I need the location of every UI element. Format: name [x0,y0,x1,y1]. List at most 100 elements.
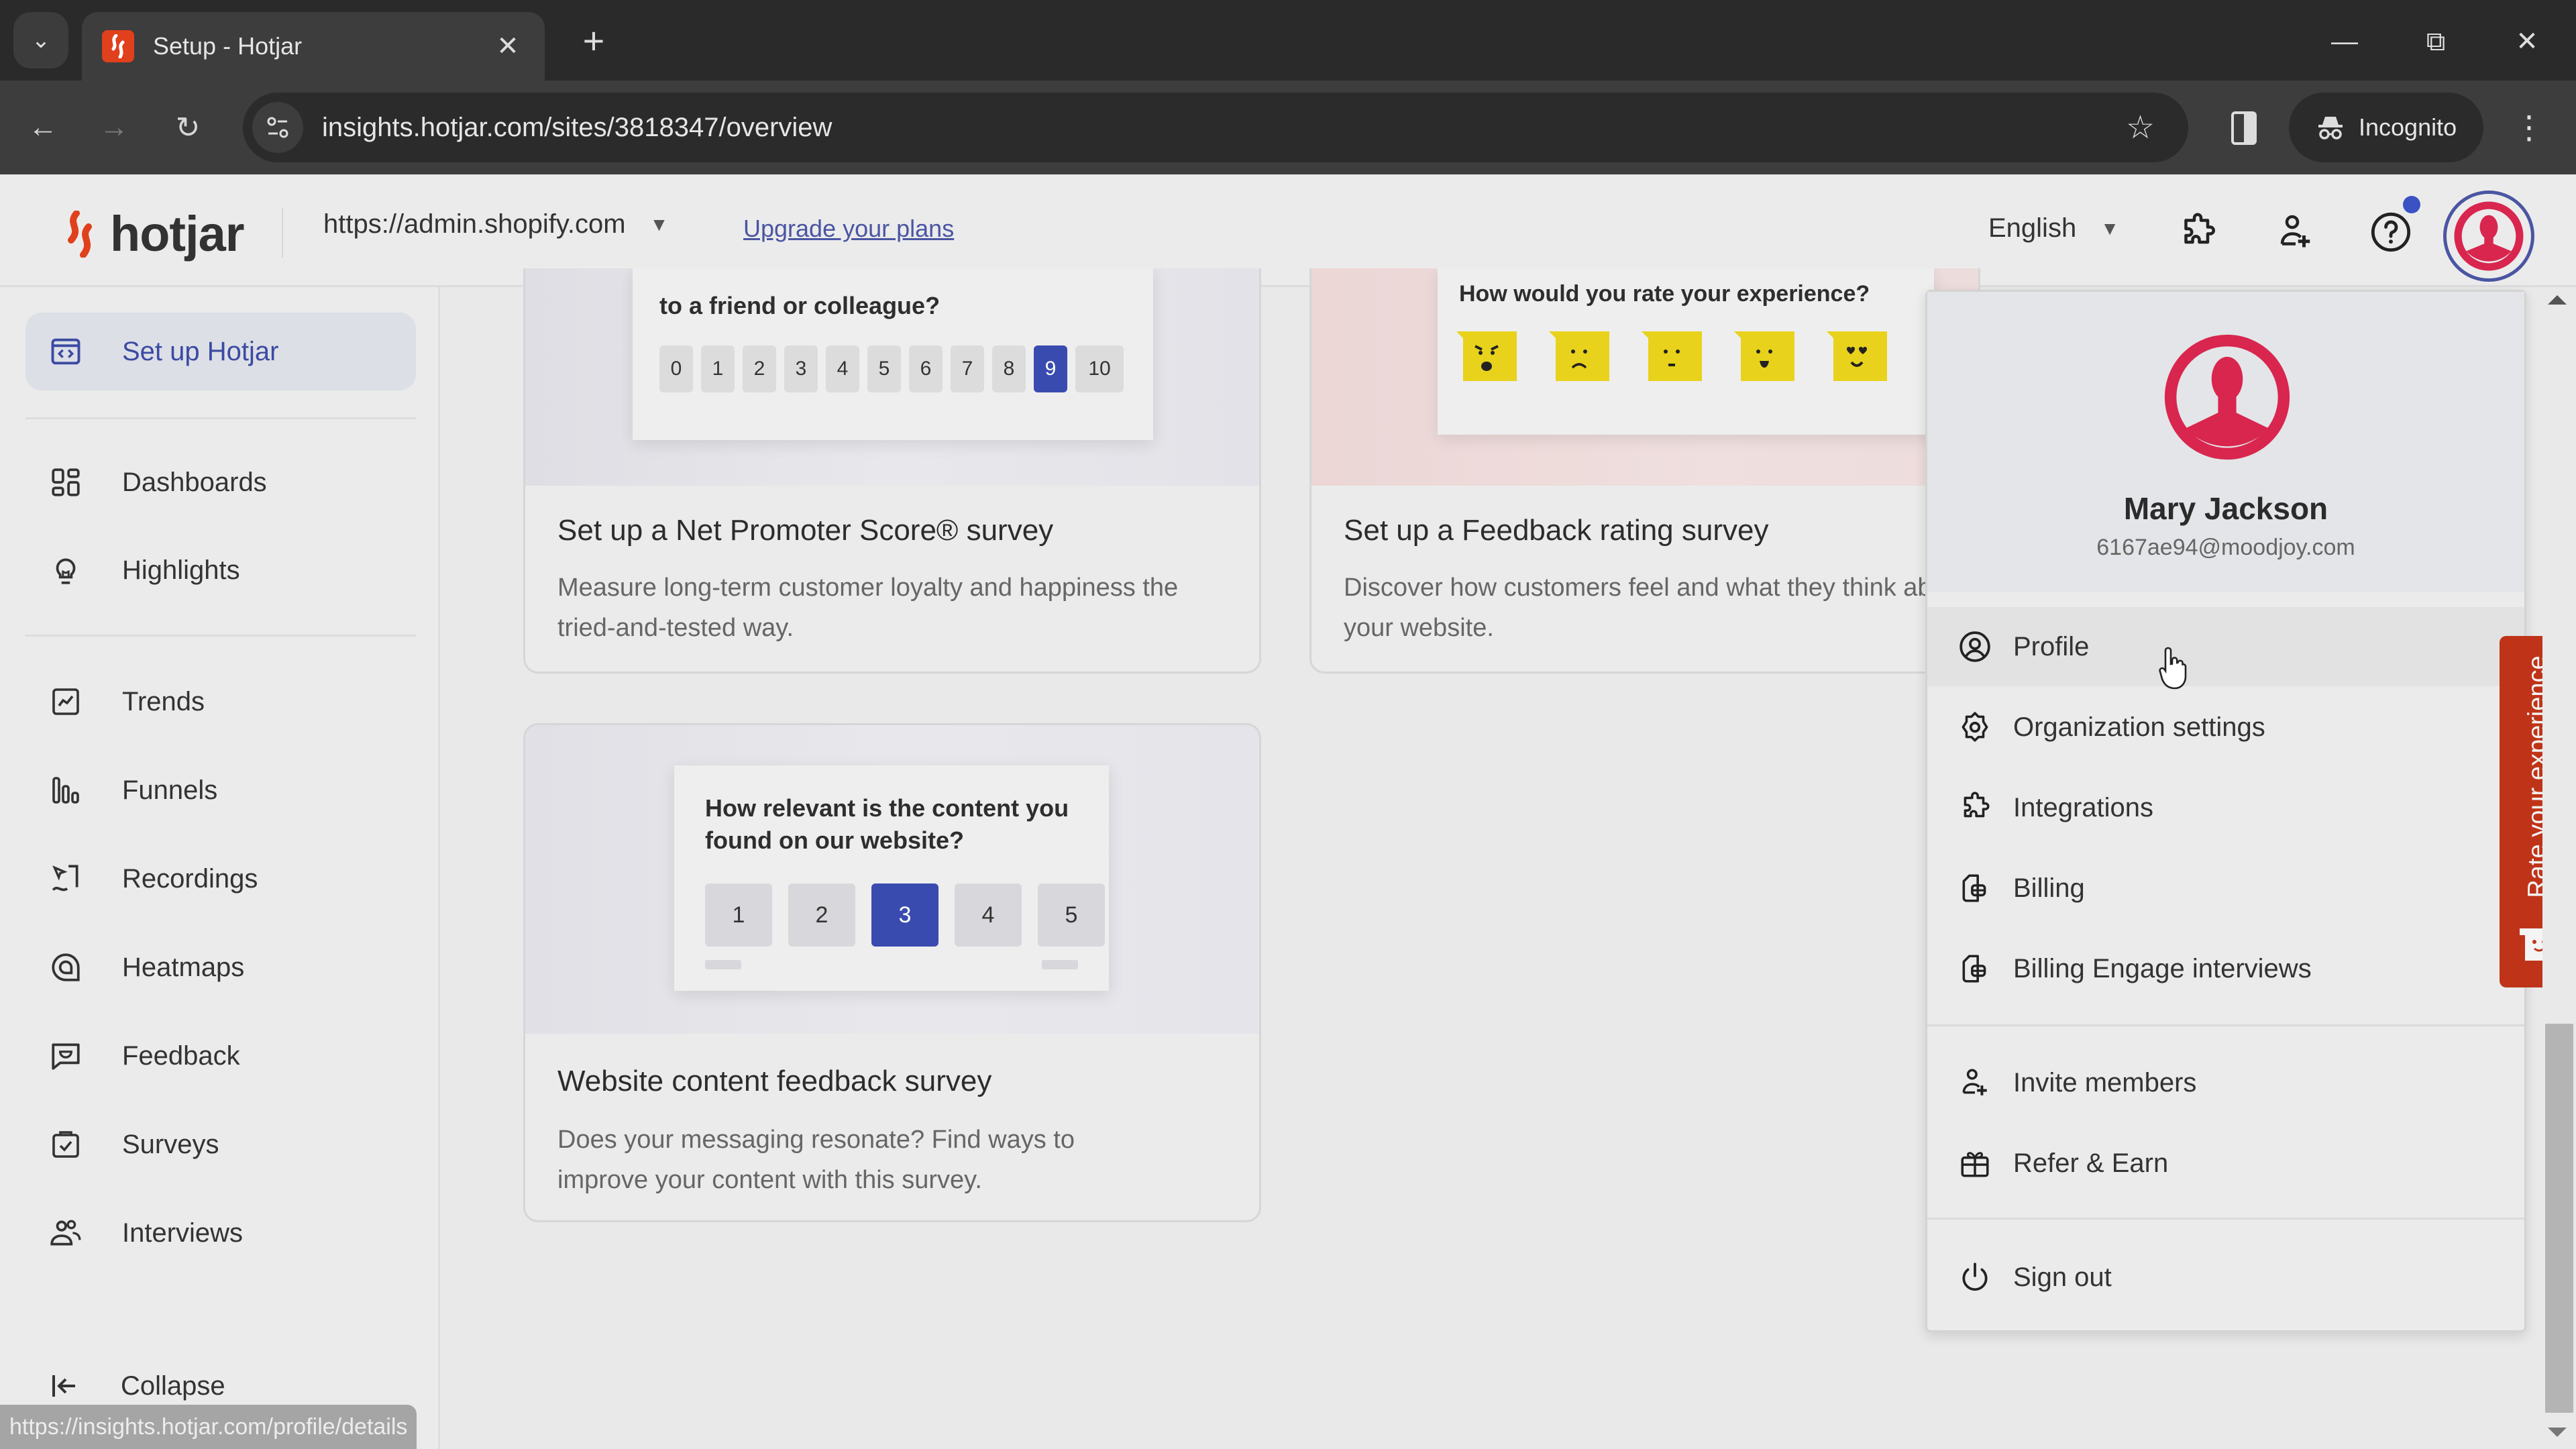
language-selector[interactable]: English ▼ [1988,213,2119,244]
menu-item-label: Sign out [2013,1262,2112,1292]
site-settings-icon[interactable] [252,102,303,153]
card-title: Set up a Feedback rating survey [1344,514,1769,547]
back-button[interactable]: ← [16,101,70,154]
status-bar-link-preview: https://insights.hotjar.com/profile/deta… [0,1405,417,1449]
menu-item-organization-settings[interactable]: Organization settings [1927,688,2524,767]
menu-item-sign-out[interactable]: Sign out [1927,1238,2524,1317]
nps-option-7: 7 [951,345,984,392]
add-user-icon [2280,215,2310,248]
lightbulb-icon [47,551,85,589]
puzzle-icon [2184,213,2215,244]
sidebar-item-funnels[interactable]: Funnels [25,751,416,829]
rating-question: How would you rate your experience? [1459,281,1870,307]
content-question: How relevant is the content you found on… [705,794,1069,854]
menu-item-label: Invite members [2013,1067,2197,1097]
sidebar-item-label: Feedback [122,1040,240,1071]
sidebar-item-feedback[interactable]: Feedback [25,1017,416,1095]
puzzle-icon [1957,790,1993,826]
reload-button[interactable]: ↻ [161,101,215,154]
caret-down-icon: ▼ [649,213,669,235]
menu-item-refer-earn[interactable]: Refer & Earn [1927,1124,2524,1203]
sidebar-item-surveys[interactable]: Surveys [25,1106,416,1183]
integrations-button[interactable] [2172,207,2223,258]
hand-cursor-icon [2159,647,2187,690]
app-header: hotjar https://admin.shopify.com ▼ Upgra… [0,174,2576,287]
scale-high-label [1042,960,1078,969]
emoji-love-icon [1827,331,1887,381]
sidebar-item-label: Funnels [122,775,218,805]
incognito-indicator[interactable]: Incognito [2289,93,2483,162]
code-window-icon [47,333,85,370]
upgrade-plans-link[interactable]: Upgrade your plans [743,215,954,243]
browser-menu-icon[interactable]: ⋮ [2509,101,2549,154]
new-tab-button[interactable]: + [570,19,617,66]
nps-option-6: 6 [909,345,943,392]
nps-question: to a friend or colleague? [659,292,941,319]
sidebar-item-dashboards[interactable]: Dashboards [25,443,416,521]
sidebar-item-heatmaps[interactable]: Heatmaps [25,928,416,1006]
nps-option-1: 1 [701,345,735,392]
sidebar-item-setup[interactable]: Set up Hotjar [25,313,416,390]
scroll-down-arrow[interactable] [2548,1428,2567,1437]
account-avatar-button[interactable] [2443,191,2534,282]
sidebar-item-label: Recordings [122,863,258,894]
menu-item-label: Billing [2013,873,2085,903]
relevance-option-1: 1 [705,883,772,947]
site-selector[interactable]: https://admin.shopify.com ▼ [323,209,668,239]
menu-item-label: Profile [2013,631,2090,661]
menu-item-profile[interactable]: Profile [1927,607,2524,686]
close-tab-icon[interactable]: ✕ [491,31,525,62]
scrollbar-thumb[interactable] [2545,1024,2573,1413]
bookmark-star-icon[interactable]: ☆ [2126,109,2155,146]
nps-scale: 0 1 2 3 4 5 6 7 8 9 10 [659,345,1124,392]
nps-survey-card[interactable]: to a friend or colleague? 0 1 2 3 4 5 6 7 8 9 10 S… [523,268,1261,674]
close-window-button[interactable]: ✕ [2490,15,2564,68]
sidebar-divider [25,635,416,637]
side-panel-icon[interactable] [2226,105,2262,152]
sidebar-item-recordings[interactable]: Recordings [25,840,416,918]
sidebar-item-trends[interactable]: Trends [25,663,416,741]
collapse-label: Collapse [121,1371,225,1401]
browser-tab-strip: ⌄ Setup - Hotjar ✕ + — ⧉ ✕ [0,0,2576,80]
sidebar-item-interviews[interactable]: Interviews [25,1194,416,1272]
invite-user-button[interactable] [2270,207,2321,258]
nps-option-0: 0 [659,345,693,392]
caret-down-icon: ▼ [2100,217,2119,239]
user-avatar-icon [2164,334,2290,460]
menu-item-invite-members[interactable]: Invite members [1927,1043,2524,1122]
notification-dot [2403,196,2420,213]
account-menu: Mary Jackson 6167ae94@moodjoy.com Profil… [1925,290,2526,1332]
header-divider [282,208,283,258]
dashboard-grid-icon [47,464,85,501]
forward-button[interactable]: → [87,101,141,154]
help-question-icon [2371,212,2411,252]
browser-tab-active[interactable]: Setup - Hotjar ✕ [82,12,545,80]
content-mock-widget: How relevant is the content you found on… [674,765,1109,991]
user-circle-icon [1957,629,1993,665]
menu-item-billing-engage[interactable]: Billing Engage interviews [1927,929,2524,1008]
chevron-down-icon: ⌄ [31,28,51,53]
url-text[interactable]: insights.hotjar.com/sites/3818347/overvi… [322,113,2126,143]
minimize-button[interactable]: — [2308,15,2381,68]
restore-button[interactable]: ⧉ [2399,15,2473,68]
menu-item-label: Billing Engage interviews [2013,953,2312,983]
sidebar-divider [25,417,416,419]
emoji-happy-icon [1734,331,1794,381]
sidebar-item-highlights[interactable]: Highlights [25,531,416,609]
scroll-up-arrow[interactable] [2548,295,2567,305]
help-button[interactable] [2365,207,2416,258]
nps-option-5: 5 [867,345,901,392]
nps-mock-widget: to a friend or colleague? 0 1 2 3 4 5 6 7 8 9 10 [633,268,1153,440]
feedback-bubble-icon [47,1037,85,1075]
rating-preview: How would you rate your experience? [1311,268,1978,486]
hotjar-logo[interactable]: hotjar [62,205,245,262]
tab-search-button[interactable]: ⌄ [13,12,68,68]
website-content-survey-card[interactable]: How relevant is the content you found on… [523,723,1261,1222]
feedback-rating-survey-card[interactable]: How would you rate your experience? Set … [1309,268,1980,674]
address-bar[interactable]: insights.hotjar.com/sites/3818347/overvi… [243,93,2188,162]
menu-item-integrations[interactable]: Integrations [1927,768,2524,847]
nps-option-4: 4 [826,345,859,392]
menu-item-billing[interactable]: Billing [1927,849,2524,928]
sidebar-item-label: Heatmaps [122,952,245,982]
nps-option-3: 3 [784,345,818,392]
